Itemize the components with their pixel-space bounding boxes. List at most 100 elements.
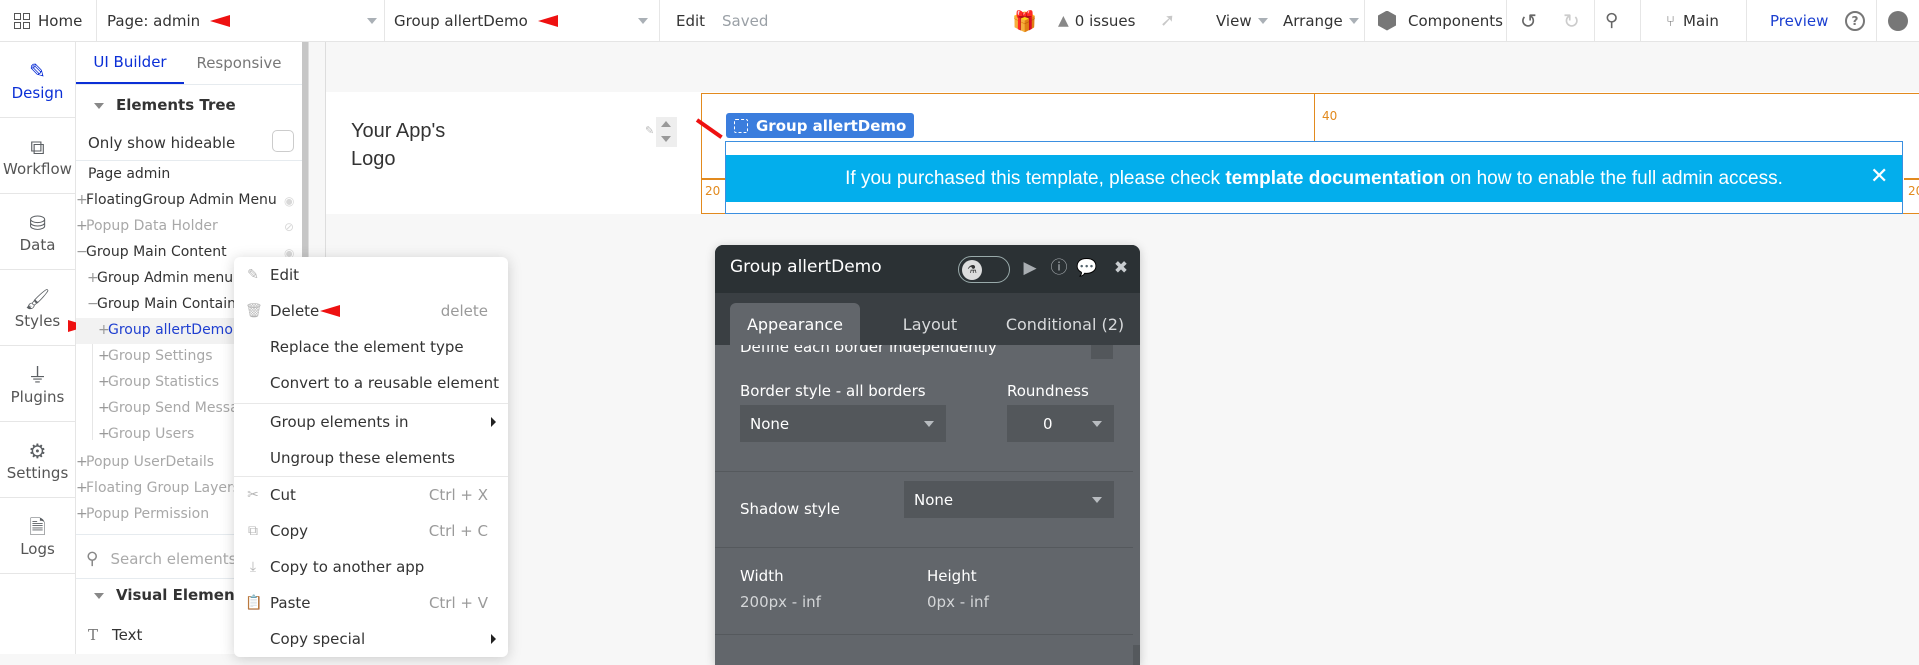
menu-item-cut[interactable]: ✂ Cut Ctrl + X <box>234 477 508 513</box>
tab-responsive[interactable]: Responsive <box>184 42 294 84</box>
search-icon[interactable]: ⚲ <box>1605 0 1618 41</box>
menu-item-convert-reusable[interactable]: Convert to a reusable element <box>234 365 508 401</box>
rail-item-data[interactable]: ⛁ Data <box>0 194 75 270</box>
arrange-menu[interactable]: Arrange <box>1283 0 1359 41</box>
tree-row[interactable]: +Popup Data Holder <box>76 218 218 234</box>
edit-button[interactable]: Edit <box>676 0 705 41</box>
help-icon[interactable]: ? <box>1845 0 1865 41</box>
logo-stepper[interactable] <box>656 117 677 147</box>
page-selector[interactable]: Page: admin <box>107 0 377 41</box>
element-selector[interactable]: Group allertDemo <box>394 0 648 41</box>
preview-button[interactable]: Preview <box>1770 0 1828 41</box>
close-icon[interactable]: ✕ <box>1870 164 1888 189</box>
user-avatar-icon[interactable] <box>1888 0 1908 41</box>
menu-item-replace-type[interactable]: Replace the element type <box>234 329 508 365</box>
chevron-right-icon <box>491 634 496 644</box>
gear-icon: ⚙ <box>28 438 47 463</box>
view-menu[interactable]: View <box>1216 0 1268 41</box>
chevron-down-icon <box>638 17 648 24</box>
define-border-checkbox[interactable] <box>1091 345 1113 359</box>
border-style-dropdown[interactable]: None <box>740 405 946 442</box>
tree-row[interactable]: −Group Main Container <box>87 296 250 312</box>
rail-item-logs[interactable]: 🗎 Logs <box>0 498 75 574</box>
tree-row[interactable]: +Floating Group Layers <box>76 480 240 496</box>
alert-banner[interactable]: If you purchased this template, please c… <box>726 155 1902 202</box>
menu-item-ungroup[interactable]: Ungroup these elements <box>234 440 508 476</box>
components-button[interactable]: Components <box>1378 0 1503 41</box>
rail-item-workflow[interactable]: ⧉ Workflow <box>0 118 75 194</box>
tab-conditional[interactable]: Conditional (2) <box>997 303 1133 345</box>
menu-item-edit[interactable]: ✎ Edit <box>234 257 508 293</box>
eye-slash-icon[interactable]: ⊘ <box>284 220 294 234</box>
copy-icon: ⧉ <box>248 523 258 539</box>
tree-row[interactable]: +Group Users <box>98 426 194 442</box>
play-icon[interactable]: ▶ <box>1020 258 1040 278</box>
visual-elements-header[interactable]: Visual Elements <box>94 586 251 604</box>
issues-button[interactable]: ▲ 0 issues <box>1058 0 1135 41</box>
roundness-value: 0 <box>1043 414 1053 433</box>
app-logo-text[interactable]: Your App's Logo <box>351 117 445 173</box>
expand-icon: + <box>98 322 110 338</box>
rail-item-design[interactable]: ✎ Design <box>0 42 75 118</box>
close-icon[interactable]: ✖ <box>1111 258 1131 278</box>
alert-link[interactable]: template documentation <box>1225 168 1445 190</box>
tree-row[interactable]: Page admin <box>88 166 170 182</box>
width-value: 200px - inf <box>740 593 821 611</box>
tree-row[interactable]: +FloatingGroup Admin Menu <box>76 192 277 208</box>
eye-icon[interactable]: ◉ <box>284 194 294 208</box>
tree-row[interactable]: +Popup UserDetails <box>76 454 214 470</box>
redo-icon[interactable]: ↻ <box>1563 0 1580 41</box>
menu-item-shortcut: Ctrl + V <box>428 594 488 612</box>
expand-icon: + <box>98 400 110 416</box>
shadow-style-dropdown[interactable]: None <box>904 481 1114 518</box>
undo-icon[interactable]: ↺ <box>1520 0 1537 41</box>
tree-row[interactable]: +Group Settings <box>98 348 213 364</box>
selected-element-label[interactable]: Group allertDemo <box>726 113 915 138</box>
branch-button[interactable]: ⑂ Main <box>1666 0 1719 41</box>
tree-row[interactable]: +Group Send Message <box>98 400 256 416</box>
comment-icon[interactable]: 💬 <box>1076 258 1097 278</box>
menu-item-group-elements-in[interactable]: Group elements in <box>234 404 508 440</box>
roundness-dropdown[interactable]: 0 <box>1007 405 1114 442</box>
menu-item-label: Ungroup these elements <box>270 449 455 467</box>
rail-item-styles[interactable]: 🖌 Styles <box>0 270 75 346</box>
tab-appearance[interactable]: Appearance <box>730 303 860 345</box>
chevron-right-icon <box>491 417 496 427</box>
menu-item-paste[interactable]: 📋 Paste Ctrl + V <box>234 585 508 621</box>
home-button[interactable]: Home <box>14 0 82 41</box>
logo-line: Your App's <box>351 120 446 142</box>
debug-toggle[interactable]: ⚗ <box>958 256 1010 283</box>
height-value: 0px - inf <box>927 593 989 611</box>
rail-item-settings[interactable]: ⚙ Settings <box>0 422 75 498</box>
chevron-down-icon <box>924 420 934 427</box>
menu-item-copy[interactable]: ⧉ Copy Ctrl + C <box>234 513 508 549</box>
menu-item-label: Copy special <box>270 630 366 648</box>
tab-layout[interactable]: Layout <box>865 303 995 345</box>
menu-item-delete[interactable]: 🗑 Delete delete <box>234 293 508 329</box>
collapse-icon: − <box>76 244 88 260</box>
tree-row[interactable]: +Group Statistics <box>98 374 219 390</box>
left-rail: ✎ Design ⧉ Workflow ⛁ Data 🖌 Styles ⏚ Pl… <box>0 42 76 654</box>
tree-row[interactable]: −Group Main Content <box>76 244 227 260</box>
tab-ui-builder[interactable]: UI Builder <box>76 42 184 84</box>
gift-icon[interactable]: 🎁 <box>1012 0 1037 41</box>
property-editor-header[interactable]: Group allertDemo ⚗ ▶ ⓘ 💬 ✖ <box>715 245 1140 293</box>
only-hideable-checkbox[interactable] <box>272 130 294 152</box>
context-menu: ✎ Edit 🗑 Delete delete Replace the eleme… <box>234 257 508 657</box>
elements-tree-header[interactable]: Elements Tree <box>94 96 236 114</box>
tree-row[interactable]: +Popup Permission <box>76 506 209 522</box>
info-icon[interactable]: ⓘ <box>1049 258 1069 278</box>
menu-item-copy-special[interactable]: Copy special <box>234 621 508 657</box>
panel-scrollbar[interactable] <box>1133 645 1140 665</box>
document-icon: 🗎 <box>29 514 46 539</box>
chevron-down-icon <box>1348 17 1359 24</box>
cursor-icon[interactable]: ➚ <box>1160 0 1175 41</box>
menu-item-shortcut: delete <box>440 302 488 320</box>
search-icon: ⚲ <box>86 549 99 569</box>
menu-item-copy-to-app[interactable]: ⤓ Copy to another app <box>234 549 508 585</box>
rail-item-plugins[interactable]: ⏚ Plugins <box>0 346 75 422</box>
visual-element-text[interactable]: T Text <box>88 626 142 644</box>
arrange-label: Arrange <box>1283 11 1343 30</box>
top-bar: Home Page: admin Group allertDemo Edit S… <box>0 0 1919 42</box>
annotation-arrow <box>537 14 558 27</box>
